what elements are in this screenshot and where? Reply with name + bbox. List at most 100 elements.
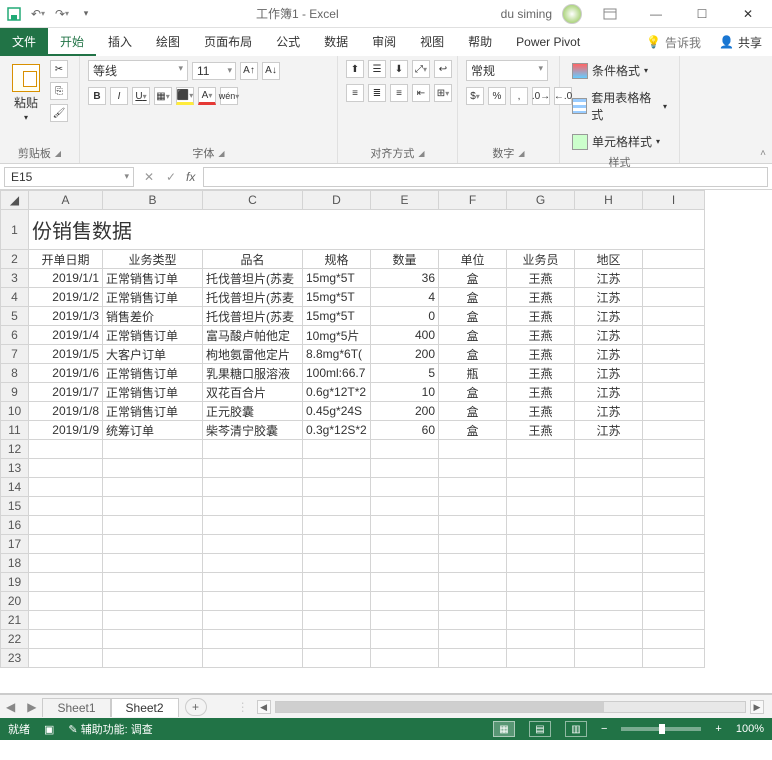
cell[interactable] bbox=[507, 440, 575, 459]
cell[interactable] bbox=[29, 440, 103, 459]
cell[interactable] bbox=[643, 535, 705, 554]
cell[interactable]: 江苏 bbox=[575, 364, 643, 383]
cell[interactable] bbox=[575, 630, 643, 649]
cell[interactable] bbox=[507, 573, 575, 592]
cell[interactable] bbox=[29, 649, 103, 668]
cell[interactable] bbox=[303, 478, 371, 497]
row-header[interactable]: 12 bbox=[1, 440, 29, 459]
cell[interactable]: 2019/1/6 bbox=[29, 364, 103, 383]
tell-me[interactable]: 💡告诉我 bbox=[638, 28, 709, 56]
cell[interactable]: 2019/1/4 bbox=[29, 326, 103, 345]
cell[interactable] bbox=[643, 497, 705, 516]
ribbon-options-icon[interactable] bbox=[592, 4, 628, 24]
cell[interactable] bbox=[303, 630, 371, 649]
cell[interactable] bbox=[575, 497, 643, 516]
row-header[interactable]: 15 bbox=[1, 497, 29, 516]
accounting-format-icon[interactable]: $ bbox=[466, 87, 484, 105]
cell[interactable] bbox=[439, 554, 507, 573]
cell[interactable]: 4 bbox=[371, 288, 439, 307]
align-bottom-icon[interactable]: ⬇ bbox=[390, 60, 408, 78]
cell[interactable]: 正常销售订单 bbox=[103, 288, 203, 307]
indent-dec-icon[interactable]: ⇤ bbox=[412, 84, 430, 102]
font-name-combo[interactable]: 等线 bbox=[88, 60, 188, 81]
format-painter-icon[interactable]: 🖌 bbox=[50, 104, 68, 122]
conditional-format-button[interactable]: 条件格式▾ bbox=[568, 60, 652, 81]
border-button[interactable]: ▦ bbox=[154, 87, 172, 105]
cell[interactable] bbox=[507, 535, 575, 554]
cell[interactable] bbox=[643, 630, 705, 649]
cell[interactable] bbox=[303, 554, 371, 573]
cell[interactable] bbox=[203, 497, 303, 516]
close-button[interactable]: ✕ bbox=[730, 4, 766, 24]
cell[interactable] bbox=[643, 440, 705, 459]
row-header[interactable]: 20 bbox=[1, 592, 29, 611]
cell[interactable] bbox=[439, 630, 507, 649]
cell[interactable]: 江苏 bbox=[575, 326, 643, 345]
orientation-icon[interactable]: ⤢ bbox=[412, 60, 430, 78]
cell[interactable]: 2019/1/8 bbox=[29, 402, 103, 421]
cell[interactable]: 盒 bbox=[439, 307, 507, 326]
tab-layout[interactable]: 页面布局 bbox=[192, 28, 264, 56]
select-all-corner[interactable]: ◢ bbox=[1, 191, 29, 210]
row-header[interactable]: 16 bbox=[1, 516, 29, 535]
cell[interactable]: 36 bbox=[371, 269, 439, 288]
cell[interactable]: 盒 bbox=[439, 402, 507, 421]
cell[interactable] bbox=[303, 611, 371, 630]
fx-icon[interactable]: fx bbox=[182, 170, 199, 184]
col-header[interactable]: I bbox=[643, 191, 705, 210]
accessibility-status[interactable]: ✎ 辅助功能: 调查 bbox=[68, 721, 152, 737]
cell[interactable] bbox=[203, 554, 303, 573]
cell[interactable]: 王燕 bbox=[507, 345, 575, 364]
cell[interactable] bbox=[575, 478, 643, 497]
scroll-right-icon[interactable]: ▶ bbox=[750, 700, 764, 714]
cell[interactable] bbox=[29, 573, 103, 592]
cell[interactable] bbox=[371, 630, 439, 649]
cell[interactable]: 王燕 bbox=[507, 307, 575, 326]
row-header[interactable]: 4 bbox=[1, 288, 29, 307]
cell[interactable]: 双花百合片 bbox=[203, 383, 303, 402]
cell[interactable]: 王燕 bbox=[507, 326, 575, 345]
col-header[interactable]: E bbox=[371, 191, 439, 210]
zoom-level[interactable]: 100% bbox=[736, 723, 764, 735]
sheet-title[interactable]: 份销售数据 bbox=[29, 210, 705, 250]
tab-nav-next-icon[interactable]: ▶ bbox=[21, 700, 42, 714]
col-header[interactable]: G bbox=[507, 191, 575, 210]
row-header[interactable]: 21 bbox=[1, 611, 29, 630]
cell[interactable] bbox=[203, 630, 303, 649]
redo-icon[interactable]: ↷ bbox=[54, 6, 70, 22]
cell[interactable]: 0.6g*12T*2 bbox=[303, 383, 371, 402]
cell[interactable]: 江苏 bbox=[575, 383, 643, 402]
cell[interactable]: 8.8mg*6T( bbox=[303, 345, 371, 364]
zoom-slider[interactable] bbox=[621, 727, 701, 731]
minimize-button[interactable]: — bbox=[638, 4, 674, 24]
tab-nav-prev-icon[interactable]: ◀ bbox=[0, 700, 21, 714]
cell[interactable] bbox=[103, 516, 203, 535]
cell[interactable] bbox=[507, 478, 575, 497]
zoom-out-button[interactable]: − bbox=[601, 723, 607, 735]
cell[interactable] bbox=[203, 535, 303, 554]
cell[interactable] bbox=[303, 649, 371, 668]
cell[interactable]: 2019/1/5 bbox=[29, 345, 103, 364]
copy-icon[interactable]: ⎘ bbox=[50, 82, 68, 100]
cell[interactable]: 盒 bbox=[439, 326, 507, 345]
align-center-icon[interactable]: ≣ bbox=[368, 84, 386, 102]
cell[interactable]: 枸地氨雷他定片 bbox=[203, 345, 303, 364]
font-launcher-icon[interactable]: ◢ bbox=[218, 149, 224, 158]
fill-color-button[interactable]: ⬛ bbox=[176, 87, 194, 105]
cell[interactable] bbox=[439, 592, 507, 611]
row-header[interactable]: 6 bbox=[1, 326, 29, 345]
row-header[interactable]: 10 bbox=[1, 402, 29, 421]
formula-input[interactable] bbox=[203, 167, 768, 187]
cell[interactable]: 江苏 bbox=[575, 269, 643, 288]
cell[interactable]: 2019/1/9 bbox=[29, 421, 103, 440]
cell[interactable] bbox=[575, 554, 643, 573]
cell[interactable] bbox=[575, 535, 643, 554]
align-left-icon[interactable]: ≡ bbox=[346, 84, 364, 102]
row-header[interactable]: 11 bbox=[1, 421, 29, 440]
cell[interactable] bbox=[29, 611, 103, 630]
cell[interactable]: 江苏 bbox=[575, 421, 643, 440]
cell[interactable] bbox=[203, 440, 303, 459]
cell[interactable]: 乳果糖口服溶液 bbox=[203, 364, 303, 383]
cell[interactable]: 60 bbox=[371, 421, 439, 440]
sheet-tab-2[interactable]: Sheet2 bbox=[111, 698, 179, 717]
